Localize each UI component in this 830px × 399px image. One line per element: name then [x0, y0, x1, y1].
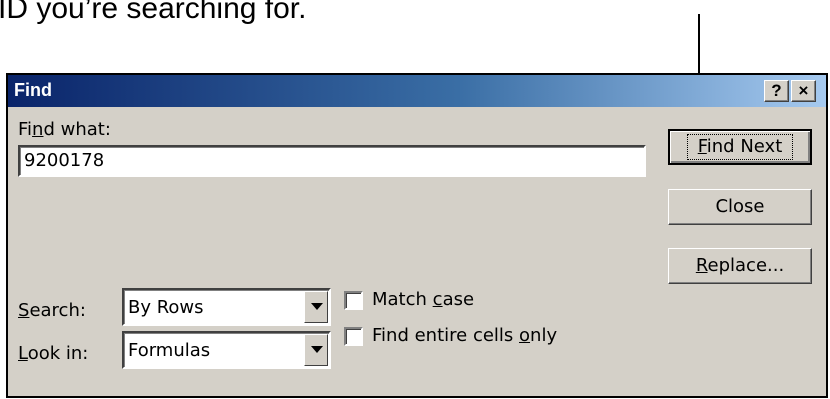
title-bar: Find ? ×	[8, 75, 826, 107]
search-label: Search:	[18, 300, 86, 321]
look-in-value: Formulas	[128, 340, 211, 361]
find-what-input[interactable]: 9200178	[18, 145, 646, 177]
replace-button[interactable]: Replace...	[668, 248, 812, 284]
chevron-down-icon[interactable]	[304, 334, 328, 366]
dialog-title: Find	[14, 80, 52, 100]
close-button[interactable]: Close	[668, 189, 812, 225]
instruction-caption: ID you’re searching for.	[0, 0, 307, 25]
look-in-select[interactable]: Formulas	[122, 331, 331, 369]
chevron-down-icon[interactable]	[304, 291, 328, 323]
help-button[interactable]: ?	[764, 80, 789, 102]
search-value: By Rows	[128, 297, 204, 318]
search-select[interactable]: By Rows	[122, 288, 331, 326]
match-case-label[interactable]: Match case	[372, 289, 474, 310]
find-next-label: Find Next	[686, 134, 794, 160]
find-what-value: 9200178	[24, 150, 105, 171]
close-window-button[interactable]: ×	[791, 80, 816, 102]
find-next-button[interactable]: Find Next	[668, 129, 812, 165]
find-what-label: Find what:	[18, 119, 111, 140]
entire-cells-label[interactable]: Find entire cells only	[372, 325, 557, 346]
match-case-checkbox[interactable]	[344, 291, 363, 310]
look-in-label: Look in:	[18, 343, 89, 364]
find-dialog: Find ? × Find what: 9200178 Find Next Cl…	[6, 73, 828, 398]
entire-cells-checkbox[interactable]	[344, 327, 363, 346]
